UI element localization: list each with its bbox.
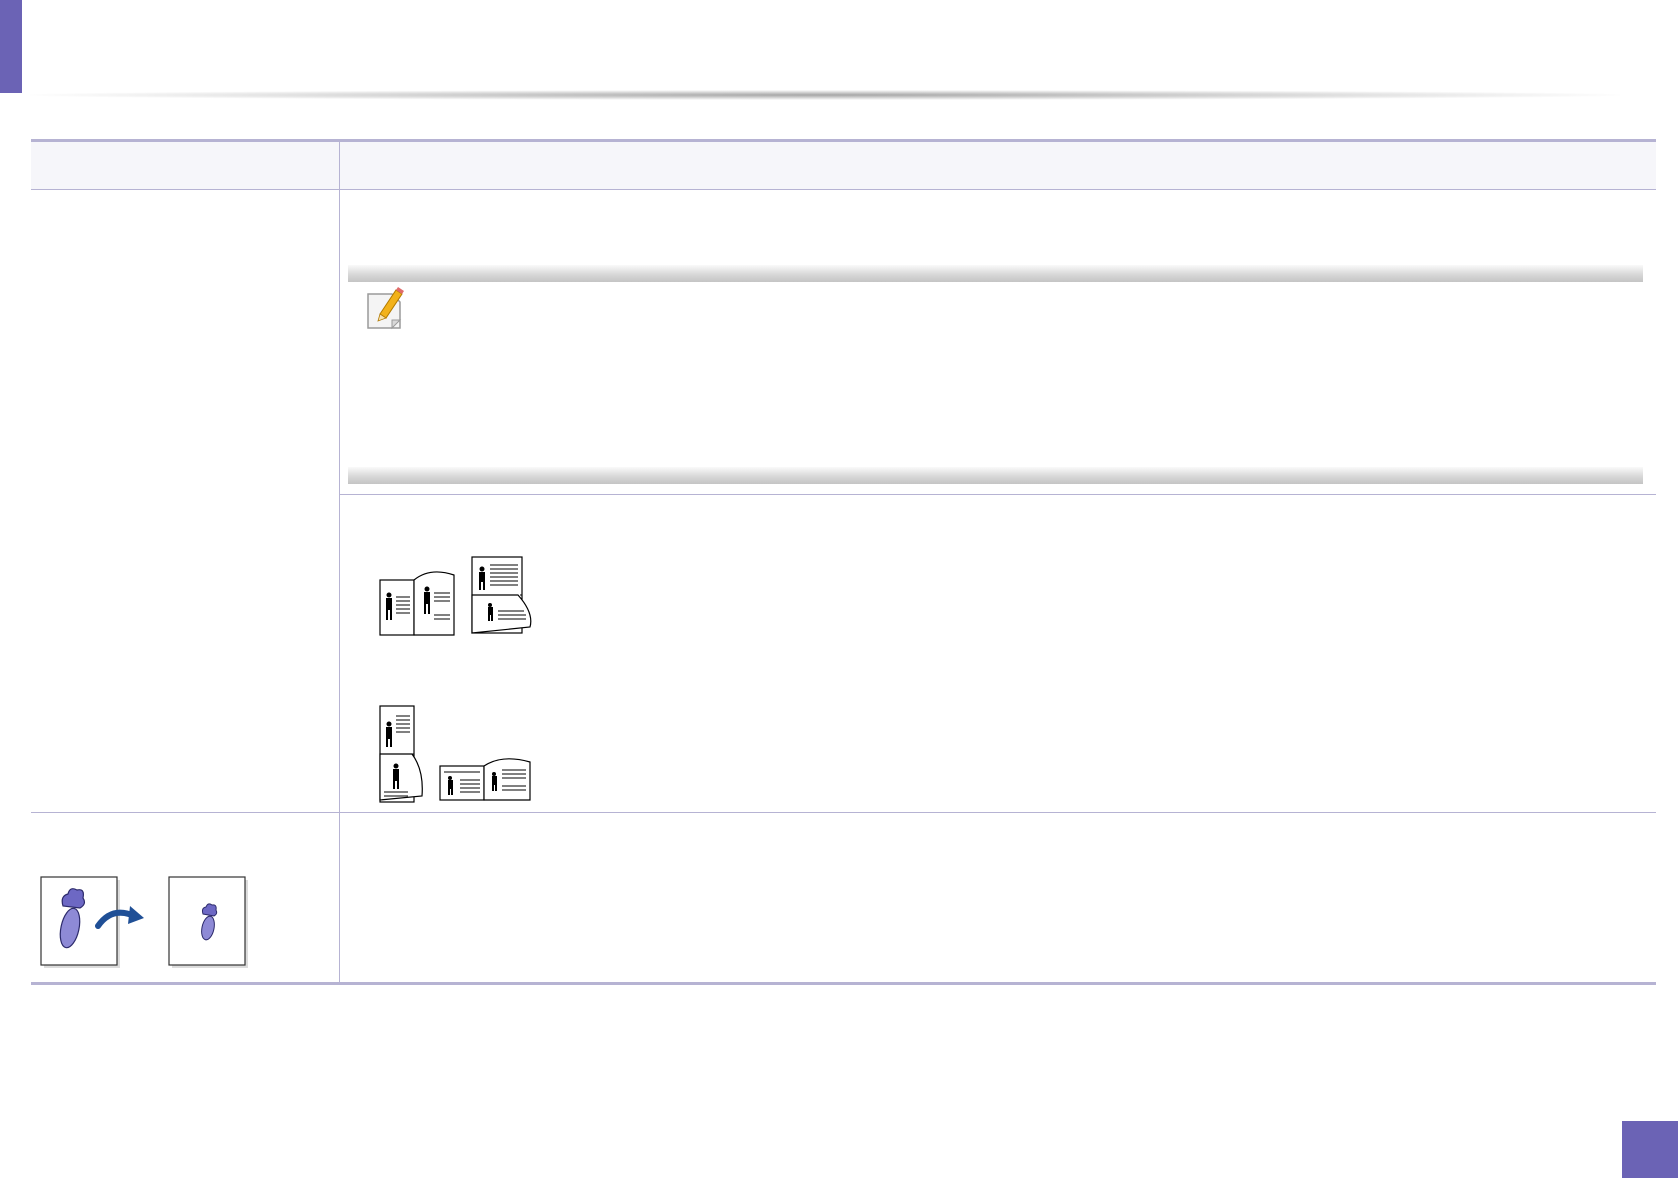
header-bottom-rule bbox=[31, 189, 1656, 190]
booklet-binding-illustration-1 bbox=[379, 556, 532, 636]
inner-row-rule bbox=[340, 494, 1656, 495]
header-divider bbox=[30, 90, 1620, 100]
table-bottom-rule bbox=[31, 982, 1656, 985]
note-bottom-bar bbox=[348, 467, 1643, 484]
note-box bbox=[348, 265, 1643, 484]
options-table bbox=[31, 139, 1656, 985]
note-pencil-icon bbox=[367, 287, 404, 330]
reduce-image-illustration bbox=[40, 876, 248, 968]
column-divider bbox=[339, 139, 340, 984]
table-header bbox=[31, 139, 1656, 190]
page-number-badge bbox=[1622, 1121, 1678, 1178]
row-divider bbox=[31, 812, 1656, 813]
table-top-rule bbox=[31, 139, 1656, 142]
booklet-binding-illustration-2 bbox=[379, 705, 531, 803]
note-top-bar bbox=[348, 265, 1643, 282]
chapter-tab bbox=[0, 0, 22, 93]
